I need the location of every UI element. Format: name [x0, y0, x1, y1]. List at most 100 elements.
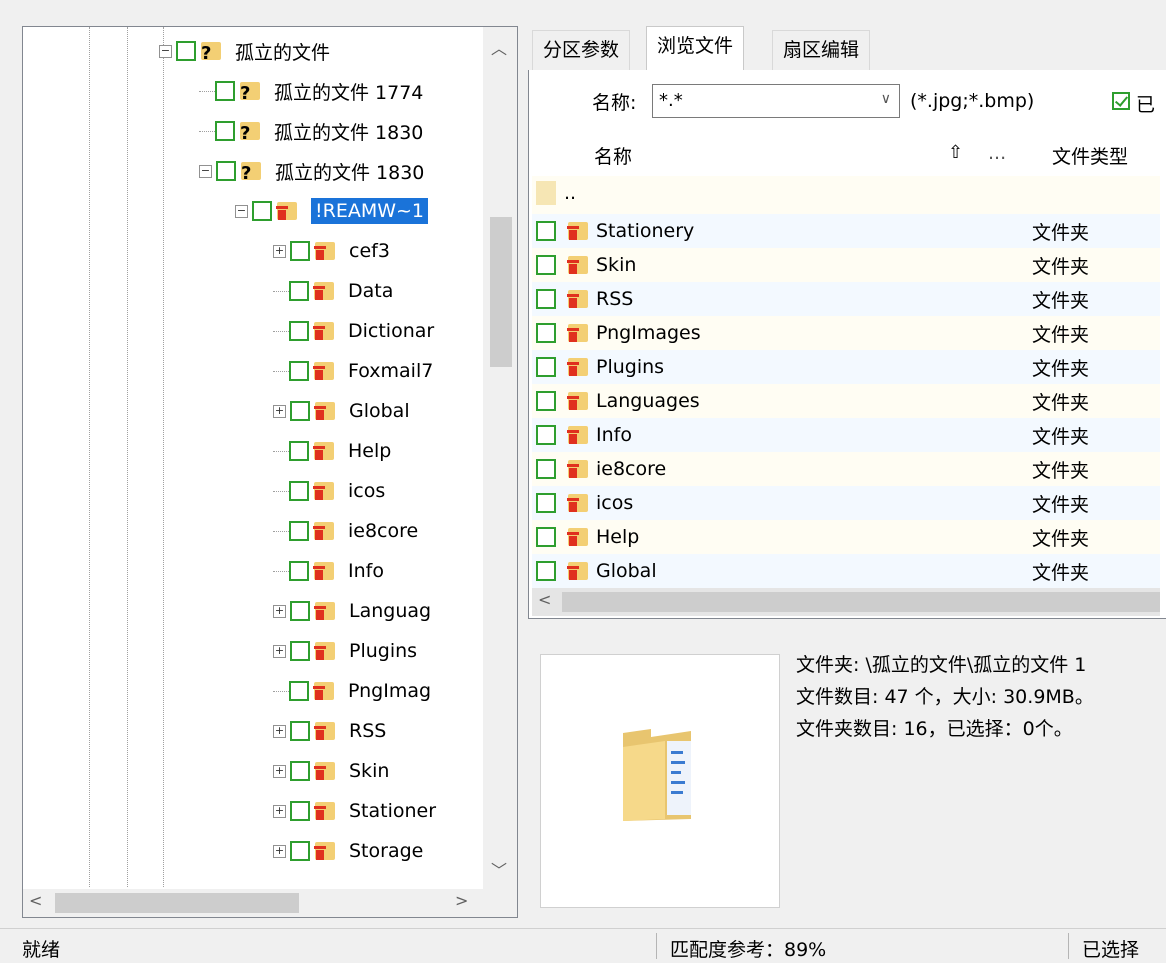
file-row-checkbox[interactable] [536, 493, 556, 513]
tree-item[interactable]: ? 孤立的文件 1774 [199, 71, 423, 111]
tab-partition-params[interactable]: 分区参数 [532, 30, 631, 71]
tree-item[interactable]: PngImag [273, 671, 431, 711]
tree-vertical-scrollbar[interactable]: ︿ ﹀ [483, 27, 517, 889]
file-row-checkbox[interactable] [536, 527, 556, 547]
tree-item[interactable]: ie8core [273, 511, 418, 551]
name-filter-combobox[interactable]: *.* ∨ [652, 84, 900, 118]
scroll-up-icon[interactable]: ︿ [491, 35, 507, 59]
scroll-right-icon[interactable]: > [455, 891, 468, 910]
expand-icon[interactable]: + [273, 644, 286, 658]
scroll-down-icon[interactable]: ﹀ [491, 857, 507, 881]
tree-item-checkbox[interactable] [216, 161, 236, 181]
file-row-checkbox[interactable] [536, 255, 556, 275]
collapse-icon[interactable]: − [159, 44, 172, 58]
tree-item[interactable]: −? 孤立的文件 1830 [199, 151, 424, 191]
file-row-checkbox[interactable] [536, 561, 556, 581]
tree-item[interactable]: Info [273, 551, 384, 591]
expand-icon[interactable]: + [273, 604, 286, 618]
file-list-row[interactable]: Languages 文件夹 [532, 384, 1160, 418]
file-row-checkbox[interactable] [536, 289, 556, 309]
tree-item-checkbox[interactable] [215, 121, 235, 141]
deleted-folder-icon [313, 760, 337, 782]
file-list-row[interactable]: icos 文件夹 [532, 486, 1160, 520]
file-list-row[interactable]: Plugins 文件夹 [532, 350, 1160, 384]
column-header-name[interactable]: 名称 [594, 142, 632, 169]
tree-item-checkbox[interactable] [289, 681, 309, 701]
tree-item-checkbox[interactable] [290, 841, 310, 861]
file-list-row[interactable]: Info 文件夹 [532, 418, 1160, 452]
tree-item[interactable]: + Storage [273, 831, 423, 871]
tree-item-checkbox[interactable] [215, 81, 235, 101]
list-hscroll-thumb[interactable] [562, 592, 1160, 612]
tree-item[interactable]: + cef3 [273, 231, 390, 271]
scroll-left-icon[interactable]: < [29, 891, 42, 910]
file-row-checkbox[interactable] [536, 221, 556, 241]
file-list-row[interactable]: PngImages 文件夹 [532, 316, 1160, 350]
tree-item-checkbox[interactable] [290, 801, 310, 821]
expand-icon[interactable]: + [273, 244, 286, 258]
tree-item-checkbox[interactable] [290, 241, 310, 261]
filter-checkbox[interactable] [1112, 92, 1130, 110]
parent-directory-row[interactable]: .. [532, 176, 1160, 210]
file-list-row[interactable]: Stationery 文件夹 [532, 214, 1160, 248]
tree-item[interactable]: − !REAMW~1 [235, 191, 429, 231]
tree-item-checkbox[interactable] [290, 641, 310, 661]
file-row-checkbox[interactable] [536, 425, 556, 445]
chevron-down-icon[interactable]: ∨ [881, 91, 891, 107]
expand-icon[interactable]: + [273, 764, 286, 778]
file-list-row[interactable]: Help 文件夹 [532, 520, 1160, 554]
tree-item[interactable]: + Stationer [273, 791, 436, 831]
file-list: .. Stationery 文件夹 Skin 文件夹 RSS 文件夹 PngImages 文件… [532, 176, 1160, 588]
tree-item[interactable]: + RSS [273, 711, 386, 751]
tree-item[interactable]: Foxmail7 [273, 351, 433, 391]
tree-item-checkbox[interactable] [289, 281, 309, 301]
file-row-checkbox[interactable] [536, 459, 556, 479]
tree-scroll-thumb[interactable] [490, 217, 512, 367]
sort-up-icon[interactable]: ⇧ [948, 142, 963, 163]
tree-item-checkbox[interactable] [290, 721, 310, 741]
tree-item-checkbox[interactable] [289, 481, 309, 501]
scroll-left-icon[interactable]: < [538, 590, 551, 609]
tree-item[interactable]: + Global [273, 391, 410, 431]
tree-item-checkbox[interactable] [290, 401, 310, 421]
file-list-row[interactable]: RSS 文件夹 [532, 282, 1160, 316]
tree-hscroll-thumb[interactable] [55, 893, 299, 913]
tree-item[interactable]: icos [273, 471, 385, 511]
tree-item-checkbox[interactable] [290, 761, 310, 781]
file-row-checkbox[interactable] [536, 391, 556, 411]
tree-item-checkbox[interactable] [290, 601, 310, 621]
file-list-row[interactable]: Global 文件夹 [532, 554, 1160, 588]
tree-item-checkbox[interactable] [289, 441, 309, 461]
tree-item[interactable]: + Languag [273, 591, 431, 631]
tree-horizontal-scrollbar[interactable]: < > [23, 889, 517, 917]
expand-icon[interactable]: + [273, 844, 286, 858]
tree-item-checkbox[interactable] [289, 321, 309, 341]
tree-item[interactable]: + Plugins [273, 631, 417, 671]
collapse-icon[interactable]: − [235, 204, 248, 218]
tree-item-checkbox[interactable] [252, 201, 272, 221]
column-header-type[interactable]: 文件类型 [1052, 142, 1128, 169]
tree-item[interactable]: Dictionar [273, 311, 434, 351]
tree-item-checkbox[interactable] [289, 521, 309, 541]
file-list-row[interactable]: ie8core 文件夹 [532, 452, 1160, 486]
tree-item[interactable]: + Skin [273, 751, 389, 791]
column-header-more[interactable]: ... [988, 142, 1006, 164]
tab-sector-edit[interactable]: 扇区编辑 [772, 30, 871, 71]
file-row-checkbox[interactable] [536, 323, 556, 343]
tree-item-checkbox[interactable] [176, 41, 196, 61]
tree-item-checkbox[interactable] [289, 361, 309, 381]
tab-browse-files[interactable]: 浏览文件 [646, 26, 745, 71]
tree-item[interactable]: −? 孤立的文件 [159, 31, 330, 71]
file-type: 文件夹 [1032, 459, 1090, 482]
tree-item[interactable]: Data [273, 271, 393, 311]
file-row-checkbox[interactable] [536, 357, 556, 377]
tree-item[interactable]: Help [273, 431, 391, 471]
tree-item[interactable]: ? 孤立的文件 1830 [199, 111, 423, 151]
list-horizontal-scrollbar[interactable]: < [532, 588, 1160, 616]
tree-item-checkbox[interactable] [289, 561, 309, 581]
file-list-row[interactable]: Skin 文件夹 [532, 248, 1160, 282]
expand-icon[interactable]: + [273, 724, 286, 738]
collapse-icon[interactable]: − [199, 164, 212, 178]
expand-icon[interactable]: + [273, 804, 286, 818]
expand-icon[interactable]: + [273, 404, 286, 418]
